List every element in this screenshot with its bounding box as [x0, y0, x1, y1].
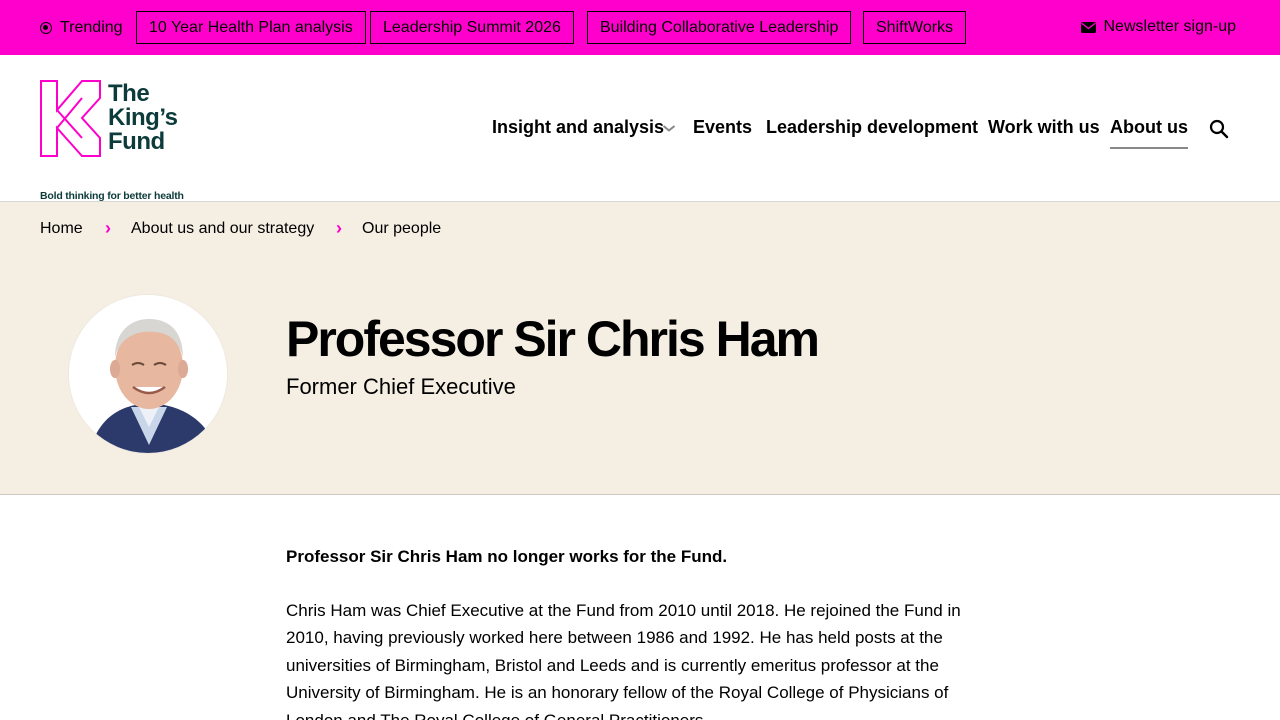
profile-role: Former Chief Executive — [286, 374, 516, 399]
trending-pill-leadership-summit[interactable]: Leadership Summit 2026 — [370, 11, 574, 44]
trending-dot-icon — [40, 22, 52, 34]
page-title: Professor Sir Chris Ham — [286, 311, 820, 367]
logo-text-the: The — [108, 80, 150, 107]
logo-tagline: Bold thinking for better health — [40, 190, 184, 202]
trending-pill-collaborative-leadership[interactable]: Building Collaborative Leadership — [587, 11, 852, 44]
newsletter-label: Newsletter sign-up — [1103, 18, 1237, 35]
trending-pill-health-plan[interactable]: 10 Year Health Plan analysis — [136, 11, 366, 44]
biography-paragraph: Chris Ham was Chief Executive at the Fun… — [286, 601, 961, 720]
chevron-down-icon[interactable] — [662, 124, 676, 133]
envelope-icon — [1080, 21, 1096, 33]
breadcrumb-about-us-strategy[interactable]: About us and our strategy — [131, 220, 314, 238]
profile-photo — [68, 294, 228, 454]
nav-about-us-label: About us — [1110, 117, 1188, 137]
nav-events[interactable]: Events — [693, 117, 752, 141]
breadcrumb-home[interactable]: Home — [40, 220, 83, 238]
nav-about-us[interactable]: About us — [1110, 117, 1188, 149]
breadcrumb-separator-icon: › — [105, 218, 111, 238]
trending-pill-shiftworks[interactable]: ShiftWorks — [863, 11, 967, 44]
newsletter-signup-link[interactable]: Newsletter sign-up — [1080, 18, 1237, 36]
trending-label: Trending — [60, 19, 123, 36]
search-icon[interactable] — [1209, 119, 1229, 139]
breadcrumb-separator-icon: › — [336, 218, 342, 238]
trending-bar: Trending 10 Year Health Plan analysis Le… — [0, 0, 1280, 55]
breadcrumb-current-page: Our people — [362, 220, 442, 237]
logo-text-kings: King’s — [108, 104, 178, 131]
active-nav-underline — [1110, 147, 1188, 149]
nav-leadership-development[interactable]: Leadership development — [766, 117, 978, 141]
kings-fund-k-mark-icon — [40, 80, 101, 157]
trending: Trending — [40, 18, 123, 38]
logo-text-fund: Fund — [108, 128, 165, 155]
nav-work-with-us[interactable]: Work with us — [988, 117, 1100, 141]
kings-fund-logo[interactable]: The King’s Fund Bold thinking for better… — [40, 80, 200, 202]
profile-hero: Home › About us and our strategy › Our p… — [0, 202, 1280, 495]
portrait-image — [69, 295, 227, 453]
departure-notice: Professor Sir Chris Ham no longer works … — [286, 547, 728, 566]
nav-insight-and-analysis[interactable]: Insight and analysis — [492, 117, 664, 141]
site-header: The King’s Fund Bold thinking for better… — [0, 55, 1280, 202]
